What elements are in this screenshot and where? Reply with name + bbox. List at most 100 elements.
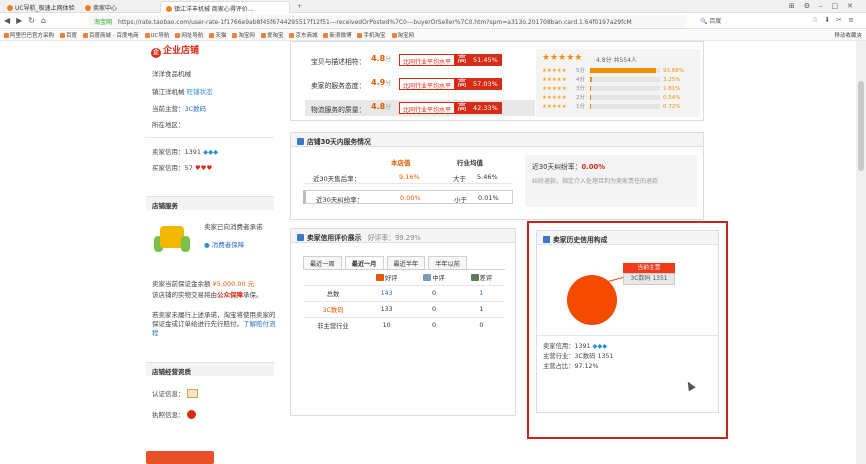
buyer-credit: 买家信用：57 ♥♥♥ xyxy=(152,164,213,172)
table-header: 好评 中评 差评 xyxy=(303,269,505,286)
period-tabs: 最近一周 最近一月 最近半年 半年以前 xyxy=(303,256,470,269)
rating-table: 好评 中评 差评 总数 143 0 1 3C数码 133 0 1 非主营行业 10 0 0 xyxy=(303,269,505,334)
company-name: 镇江洋机械 旺铺状态 xyxy=(152,88,213,96)
distribution-row: ★★★★★ 4分 3.25% xyxy=(542,77,681,83)
bookmark-icon xyxy=(260,33,266,38)
star-icon: ★★★★★ xyxy=(542,104,567,110)
url-input[interactable]: 淘宝网 https://rate.taobao.com/user-rate-1f1… xyxy=(88,15,688,27)
bookmark-item[interactable]: 淘宝网 xyxy=(232,31,255,39)
star-icon: ★★★★★ xyxy=(542,86,567,92)
average-score: 4.8分 共554人 xyxy=(596,57,637,64)
distribution-bar xyxy=(590,95,660,100)
bookmark-icon xyxy=(175,33,181,38)
bad-rating-icon xyxy=(470,274,479,281)
bookmark-item[interactable]: 百度 xyxy=(60,31,77,39)
star-icon: ★★★★★ xyxy=(542,95,567,101)
main-category-value: 3C数码 1351 xyxy=(623,273,675,285)
section-title-service: 店铺服务 xyxy=(146,196,274,210)
table-row: 非主营行业 10 0 0 xyxy=(303,317,505,334)
tab-favicon-icon xyxy=(85,5,91,11)
user-icon xyxy=(543,236,550,243)
shield-icon: ● xyxy=(204,241,210,249)
main-category-tag: 当前主营 xyxy=(623,263,675,273)
distribution-row: ★★★★★ 2分 0.54% xyxy=(542,95,681,101)
tab-last-week[interactable]: 最近一周 xyxy=(303,256,342,269)
tab-favicon-icon xyxy=(166,6,172,12)
bookmark-item[interactable]: 京东商城 xyxy=(289,31,317,39)
bookmark-icon xyxy=(144,33,150,38)
enterprise-badge: 企企业店铺 xyxy=(151,46,200,58)
mobile-favorites[interactable]: 移动收藏夹 xyxy=(834,31,862,39)
page-content: 企企业店铺 洋洋食品机械 镇江洋机械 旺铺状态 当前主营：3C数码 所在地区： … xyxy=(0,41,866,464)
deposit-line: 卖家当前保证金余额 ¥5,000.00 元 xyxy=(152,280,255,288)
tab-before-half-year[interactable]: 半年以前 xyxy=(428,256,467,269)
service-row: 近30天售后率： 9.16% 大于 5.46% xyxy=(303,170,513,184)
shopping-bag-icon xyxy=(154,220,190,254)
license-icon[interactable] xyxy=(186,410,196,419)
table-row: 3C数码 133 0 1 xyxy=(303,301,505,318)
star-icon: ★★★★★ xyxy=(542,68,567,74)
location: 所在地区： xyxy=(152,121,185,129)
panel-title: 卖家信用评价展示 好评率：99.29% xyxy=(291,229,515,243)
distribution-bar xyxy=(590,68,660,73)
browser-tab-seller-center[interactable]: 卖家中心 xyxy=(80,1,156,13)
bookmark-item[interactable]: 阿里巴巴官方采购 xyxy=(4,31,54,39)
tab-last-half-year[interactable]: 最近半年 xyxy=(386,256,426,269)
bookmark-item[interactable]: 爱淘宝 xyxy=(260,31,283,39)
credit-pie-chart[interactable] xyxy=(567,275,617,325)
chart-icon xyxy=(297,138,304,145)
bookmark-item[interactable]: 网址导航 xyxy=(175,31,203,39)
toolbar-icons[interactable]: ☆⬇✂≡ xyxy=(812,16,860,24)
good-rating-icon xyxy=(375,274,384,281)
bookmark-icon xyxy=(83,33,89,38)
window-controls[interactable]: ⊞⚙–□✕ xyxy=(789,2,862,10)
bookmark-icon xyxy=(323,33,329,38)
browser-tab-uc[interactable]: UC导航_极速上网体验 xyxy=(2,1,76,13)
license-info: 执照信息： xyxy=(152,409,196,419)
panel-title: 卖家历史信用构成 xyxy=(537,231,718,245)
browser-tab-bar: UC导航_极速上网体验 卖家中心 镇江洋丰机械 商家心得评价... + ⊞⚙–□… xyxy=(0,0,866,13)
credit-rating-panel: 卖家信用评价展示 好评率：99.29% 最近一周 最近一月 最近半年 半年以前 … xyxy=(290,228,516,416)
bookmark-item[interactable]: 新浪微博 xyxy=(323,31,351,39)
col-avg: 行业均值 xyxy=(457,159,483,167)
new-tab-button[interactable]: + xyxy=(292,1,306,13)
page-scrollbar[interactable] xyxy=(856,41,866,464)
bookmark-icon xyxy=(391,33,397,38)
tab-last-month[interactable]: 最近一月 xyxy=(344,256,384,269)
shop-name: 洋洋食品机械 xyxy=(152,70,191,78)
bookmark-item[interactable]: 手机淘宝 xyxy=(357,31,386,39)
bookmark-icon xyxy=(60,33,66,38)
left-sidebar: 企企业店铺 洋洋食品机械 镇江洋机械 旺铺状态 当前主营：3C数码 所在地区： … xyxy=(146,41,276,464)
scrollbar-thumb[interactable] xyxy=(858,81,864,171)
browser-tab-rate[interactable]: 镇江洋丰机械 商家心得评价... xyxy=(160,1,290,13)
star-rating-icon: ★★★★★ xyxy=(542,53,583,63)
bookmark-item[interactable]: 淘宝网 xyxy=(391,31,414,39)
bookmark-item[interactable]: UC导航 xyxy=(144,31,169,39)
search-engine[interactable]: 🔍 百度 xyxy=(700,16,721,25)
distribution-row: ★★★★★ 1分 0.72% xyxy=(542,104,681,110)
dispute-note: 近30天纠纷率：0.00% 纠纷退款，指定介入处理且判为卖家责任的退款 xyxy=(525,155,697,207)
distribution-row: ★★★★★ 3分 1.81% xyxy=(542,86,681,92)
service-30days-panel: 店铺30天内服务情况 本店值 行业均值 近30天售后率： 9.16% 大于 5.46%… xyxy=(290,132,704,220)
table-row: 总数 143 0 1 xyxy=(303,285,505,302)
score-row: 宝贝与描述相符： 4.8分 比同行业平均水平高 51.45% xyxy=(305,52,535,68)
star-icon: ★★★★★ xyxy=(542,77,567,83)
certificate-icon[interactable] xyxy=(186,389,198,398)
bottom-action-button[interactable] xyxy=(146,451,214,464)
score-row: 卖家的服务态度： 4.9分 比同行业平均水平高 57.03% xyxy=(305,76,535,92)
secure-badge: 淘宝网 xyxy=(94,19,113,26)
consumer-protection[interactable]: ● 消费者保障 xyxy=(204,239,244,249)
divider xyxy=(146,137,274,138)
seal-icon: 企 xyxy=(151,48,161,58)
bookmark-icon xyxy=(357,33,363,38)
main-category-link[interactable]: 3C数码 xyxy=(185,105,207,113)
main-category: 当前主营：3C数码 xyxy=(152,105,207,113)
diamond-icon: ◆◆◆ xyxy=(203,148,219,156)
bookmark-icon xyxy=(209,33,215,38)
bookmark-item[interactable]: 天猫 xyxy=(209,31,226,39)
bookmark-item[interactable]: 百度商城 - 百度电商 xyxy=(83,31,139,39)
user-icon xyxy=(297,234,304,241)
nav-buttons[interactable]: ◀▶↻⌂ xyxy=(4,16,52,25)
credit-history-panel: 卖家历史信用构成 当前主营 3C数码 1351 卖家信用：1391 ◆◆◆ 主营… xyxy=(527,221,728,439)
rating-distribution: ★★★★★ 4.8分 共554人 ★★★★★ 5分 93.68% ★★★★★ 4分 3.2… xyxy=(536,49,700,117)
